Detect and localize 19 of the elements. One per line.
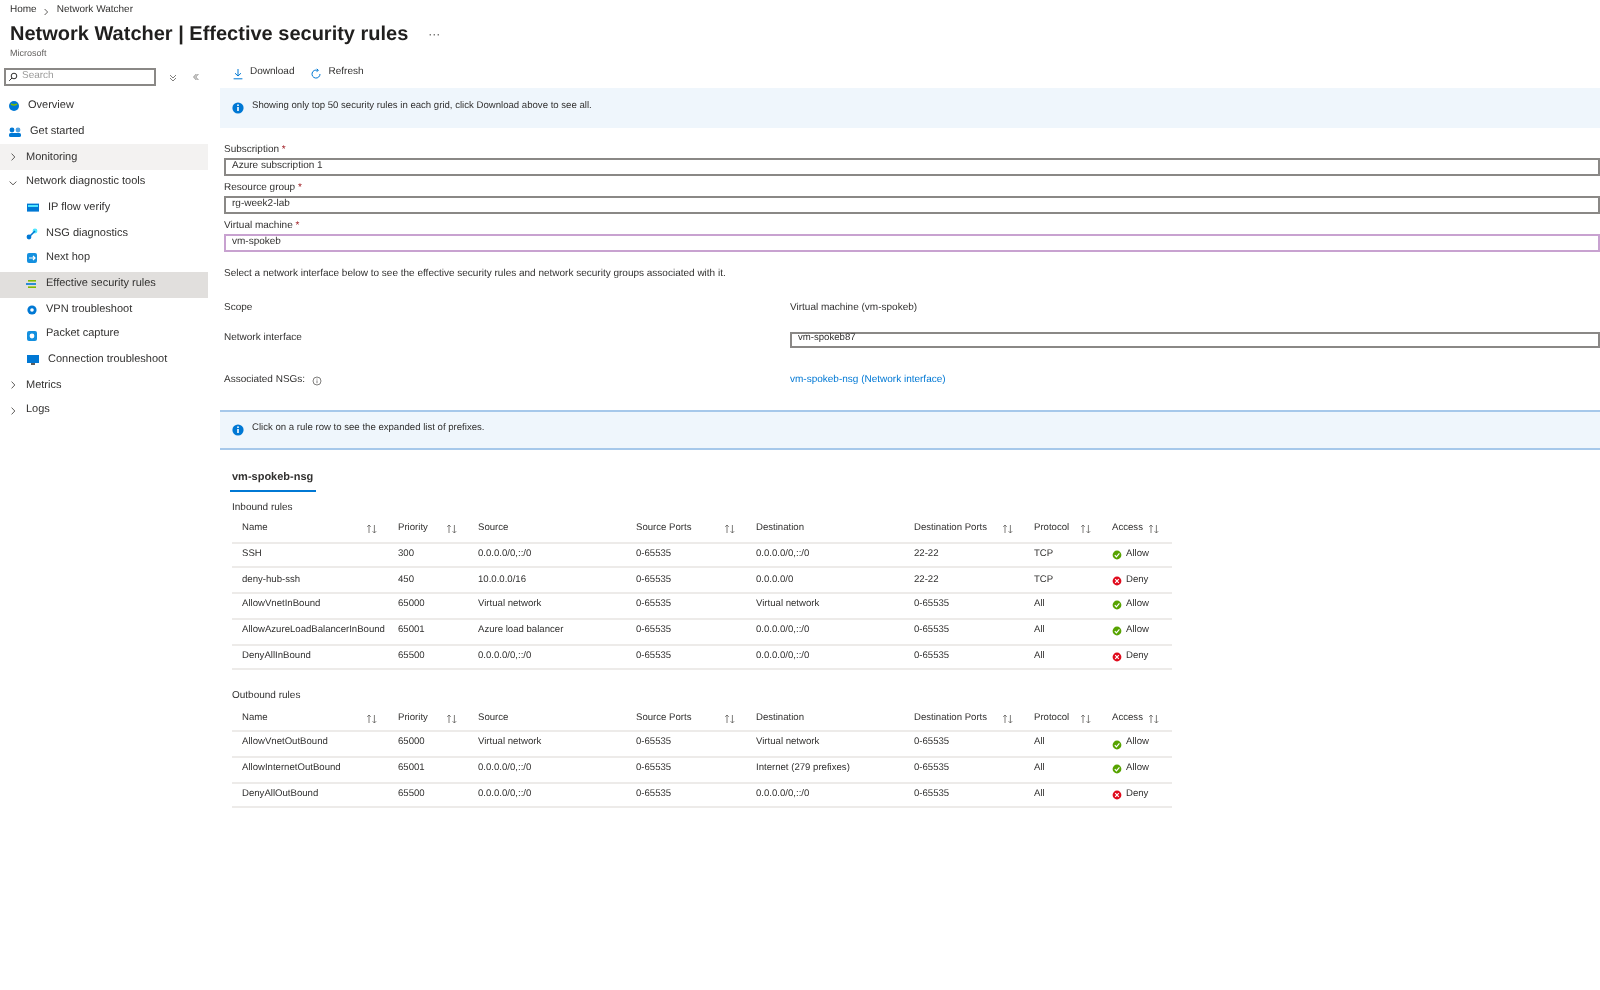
chevron-right-icon [8,152,18,163]
collapse-icon [168,71,178,81]
search-icon [8,71,18,81]
chevron-right-icon [8,406,18,417]
screen-icon [26,354,40,367]
chevron-right-icon [8,380,18,391]
info-icon [232,423,244,435]
download-icon [232,68,244,80]
globe-icon [8,100,20,113]
chevron-down-icon [8,177,18,188]
people-icon [8,126,22,139]
network-nodes-icon [26,227,38,240]
monitor-icon [26,202,40,215]
list-icon [26,278,38,291]
info-icon [311,376,322,387]
double-chevron-icon [190,71,200,81]
page-title: Network Watcher | Effective security rules [10,24,409,48]
info-icon [232,102,244,114]
refresh-icon [310,68,323,80]
